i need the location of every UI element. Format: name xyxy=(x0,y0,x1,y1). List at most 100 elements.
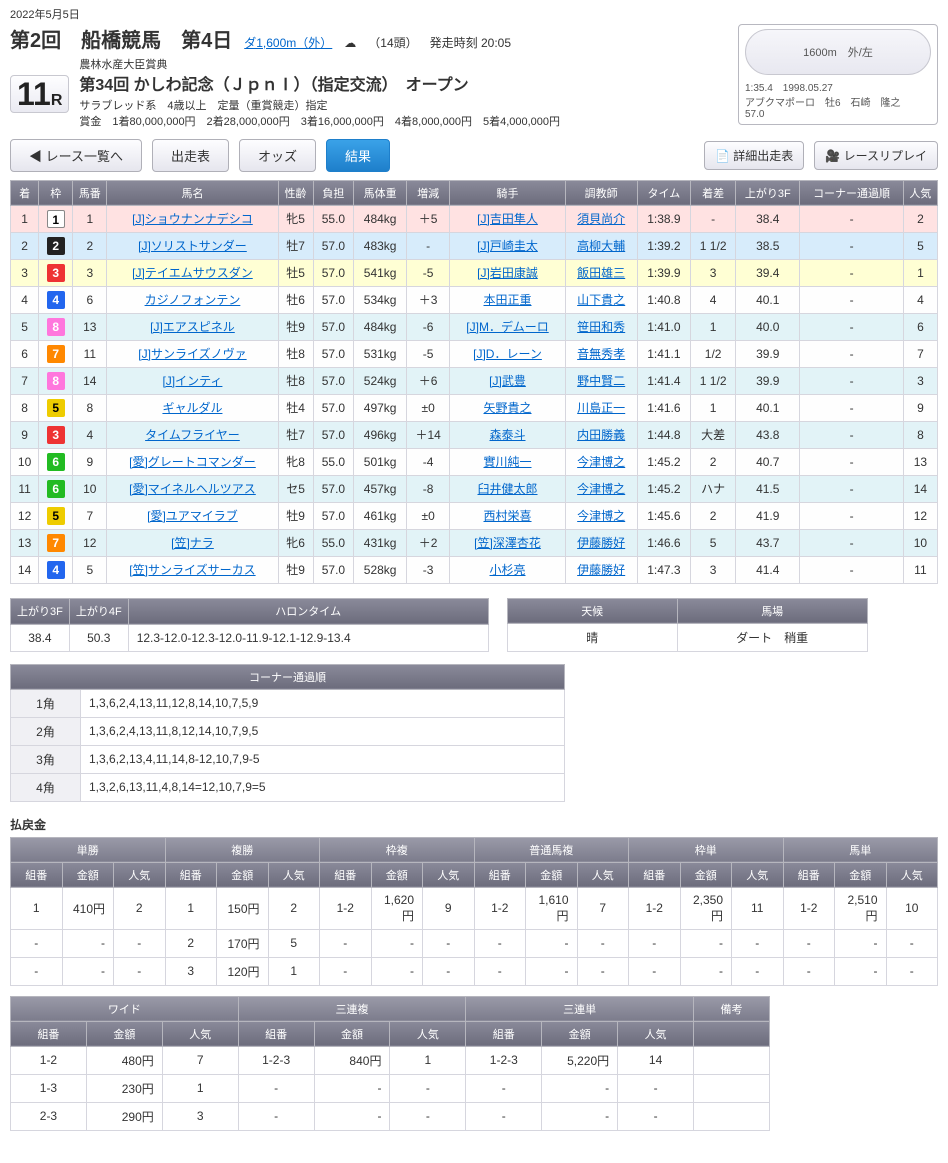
trainer-link[interactable]: 音無秀孝 xyxy=(577,347,625,361)
payout-subhead: 人気 xyxy=(886,862,938,887)
horse-link[interactable]: ギャルダル xyxy=(162,401,222,415)
horse-link[interactable]: [愛]マイネルヘルツアス xyxy=(129,482,256,496)
jockey-link[interactable]: [笠]深澤杏花 xyxy=(474,536,541,550)
horse-link[interactable]: [笠]サンライズサーカス xyxy=(129,563,255,577)
race-number: 11 xyxy=(17,76,51,112)
table-row: 7814[J]インティ牡857.0524kg＋6[J]武豊野中賢二1:41.41… xyxy=(11,367,938,394)
waku-badge: 3 xyxy=(47,426,65,444)
odds-button[interactable]: オッズ xyxy=(239,139,316,172)
table-row: 858ギャルダル牡457.0497kg±0矢野貴之川島正一1:41.6140.1… xyxy=(11,394,938,421)
table-row: 934タイムフライヤー牡757.0496kg＋14森泰斗内田勝義1:44.8大差… xyxy=(11,421,938,448)
col-sexage: 性齢 xyxy=(278,180,313,205)
horse-link[interactable]: [J]サンライズノヴァ xyxy=(138,347,246,361)
trainer-link[interactable]: 今津博之 xyxy=(577,455,625,469)
jockey-link[interactable]: [J]戸崎圭太 xyxy=(477,239,538,253)
table-row: 6711[J]サンライズノヴァ牡857.0531kg-5[J]D．レーン音無秀孝… xyxy=(11,340,938,367)
jockey-link[interactable]: 本田正重 xyxy=(484,293,532,307)
race-prize: 賞金 1着80,000,000円 2着28,000,000円 3着16,000,… xyxy=(79,114,560,131)
horse-link[interactable]: [笠]ナラ xyxy=(171,536,214,550)
jockey-link[interactable]: 臼井健太郎 xyxy=(478,482,538,496)
trainer-link[interactable]: 今津博之 xyxy=(577,509,625,523)
back-button[interactable]: ◀ レース一覧へ xyxy=(10,139,142,172)
horse-link[interactable]: [J]ソリストサンダー xyxy=(138,239,247,253)
corner-order: 1,3,2,6,13,11,4,8,14=12,10,7,9=5 xyxy=(81,773,565,801)
trainer-link[interactable]: 高柳大輔 xyxy=(577,239,625,253)
jockey-link[interactable]: [J]吉田隼人 xyxy=(477,212,538,226)
jockey-link[interactable]: 西村栄喜 xyxy=(484,509,532,523)
trainer-link[interactable]: 内田勝義 xyxy=(577,428,625,442)
corner-order: 1,3,6,2,4,13,11,8,12,14,10,7,9,5 xyxy=(81,717,565,745)
table-row: 1069[愛]グレートコマンダー牝855.0501kg-4實川純一今津博之1:4… xyxy=(11,448,938,475)
race-name: 第34回 かしわ記念（ＪｐｎⅠ）（指定交流） オープン xyxy=(79,74,560,98)
table-row: 446カジノフォンテン牡657.0534kg＋3本田正重山下貴之1:40.844… xyxy=(11,286,938,313)
lap-table: 上がり3F 上がり4F ハロンタイム 38.4 50.3 12.3-12.0-1… xyxy=(10,598,489,652)
payout-row: 1-2480円71-2-3840円11-2-35,220円14 xyxy=(11,1046,770,1074)
jockey-link[interactable]: 森泰斗 xyxy=(490,428,526,442)
col-name: 馬名 xyxy=(107,180,278,205)
payout-category: ワイド xyxy=(11,996,239,1021)
race-subtitle: 農林水産大臣賞典 xyxy=(79,57,560,74)
jockey-link[interactable]: [J]岩田康誠 xyxy=(477,266,538,280)
table-row: 1445[笠]サンライズサーカス牡957.0528kg-3小杉亮伊藤勝好1:47… xyxy=(11,556,938,583)
trainer-link[interactable]: 川島正一 xyxy=(577,401,625,415)
horse-link[interactable]: [J]ショウナンナデシコ xyxy=(132,212,253,226)
result-button[interactable]: 結果 xyxy=(326,139,390,172)
trainer-link[interactable]: 須貝尚介 xyxy=(577,212,625,226)
payout-category: 馬単 xyxy=(783,837,938,862)
trainer-link[interactable]: 山下貴之 xyxy=(577,293,625,307)
waku-badge: 8 xyxy=(47,318,65,336)
payout-subhead: 組番 xyxy=(11,862,63,887)
payout-category: 普通馬複 xyxy=(474,837,629,862)
jockey-link[interactable]: [J]M．デムーロ xyxy=(466,320,548,334)
payout-subhead: 金額 xyxy=(217,862,269,887)
corner-label: 3角 xyxy=(11,745,81,773)
payout-subhead: 人気 xyxy=(423,862,475,887)
horse-link[interactable]: [J]インティ xyxy=(162,374,222,388)
table-row: 1257[愛]ユアマイラブ牡957.0461kg±0西村栄喜今津博之1:45.6… xyxy=(11,502,938,529)
col-bwt: 馬体重 xyxy=(354,180,407,205)
replay-button[interactable]: 🎥 レースリプレイ xyxy=(814,141,938,170)
table-row: 222[J]ソリストサンダー牡757.0483kg-[J]戸崎圭太高柳大輔1:3… xyxy=(11,232,938,259)
jockey-link[interactable]: [J]武豊 xyxy=(489,374,526,388)
jockey-link[interactable]: 矢野貴之 xyxy=(484,401,532,415)
jockey-link[interactable]: 小杉亮 xyxy=(490,563,526,577)
horse-link[interactable]: [愛]グレートコマンダー xyxy=(129,455,256,469)
trainer-link[interactable]: 伊藤勝好 xyxy=(577,563,625,577)
trainer-link[interactable]: 伊藤勝好 xyxy=(577,536,625,550)
jockey-link[interactable]: [J]D．レーン xyxy=(473,347,542,361)
payout-subhead: 組番 xyxy=(466,1021,542,1046)
payout-category: 三連単 xyxy=(466,996,694,1021)
record-time: 1:35.4 1998.05.27 xyxy=(745,79,931,94)
table-row: 13712[笠]ナラ牝655.0431kg＋2[笠]深澤杏花伊藤勝好1:46.6… xyxy=(11,529,938,556)
waku-badge: 2 xyxy=(47,237,65,255)
payout-subhead: 人気 xyxy=(732,862,784,887)
entries-button[interactable]: 出走表 xyxy=(152,139,229,172)
corner-title: コーナー通過順 xyxy=(11,664,565,689)
waku-badge: 4 xyxy=(47,291,65,309)
col-corners: コーナー通過順 xyxy=(800,180,903,205)
course-link[interactable]: ダ1,600m（外） xyxy=(244,34,332,51)
horse-link[interactable]: タイムフライヤー xyxy=(145,428,240,442)
table-row: 333[J]テイエムサウスダン牡557.0541kg-5[J]岩田康誠飯田雄三1… xyxy=(11,259,938,286)
payout-subhead: 組番 xyxy=(11,1021,87,1046)
detail-entries-button[interactable]: 📄 詳細出走表 xyxy=(704,141,804,170)
track-diagram: 1600m 外/左 xyxy=(745,29,931,75)
horse-link[interactable]: [愛]ユアマイラブ xyxy=(147,509,238,523)
payout-subhead: 組番 xyxy=(320,862,372,887)
weather-table: 天候 馬場 晴 ダート 稍重 xyxy=(507,598,868,652)
trainer-link[interactable]: 野中賢二 xyxy=(577,374,625,388)
table-row: 5813[J]エアスピネル牡957.0484kg-6[J]M．デムーロ笹田和秀1… xyxy=(11,313,938,340)
trainer-link[interactable]: 飯田雄三 xyxy=(577,266,625,280)
race-r: R xyxy=(51,92,63,109)
trainer-link[interactable]: 今津博之 xyxy=(577,482,625,496)
col-trainer: 調教師 xyxy=(565,180,637,205)
waku-badge: 3 xyxy=(47,264,65,282)
payout-subhead: 人気 xyxy=(618,1021,694,1046)
horse-link[interactable]: [J]テイエムサウスダン xyxy=(132,266,253,280)
col-time: タイム xyxy=(637,180,690,205)
record-weight: 57.0 xyxy=(745,109,931,120)
horse-link[interactable]: [J]エアスピネル xyxy=(150,320,235,334)
trainer-link[interactable]: 笹田和秀 xyxy=(577,320,625,334)
jockey-link[interactable]: 實川純一 xyxy=(484,455,532,469)
horse-link[interactable]: カジノフォンテン xyxy=(145,293,241,307)
